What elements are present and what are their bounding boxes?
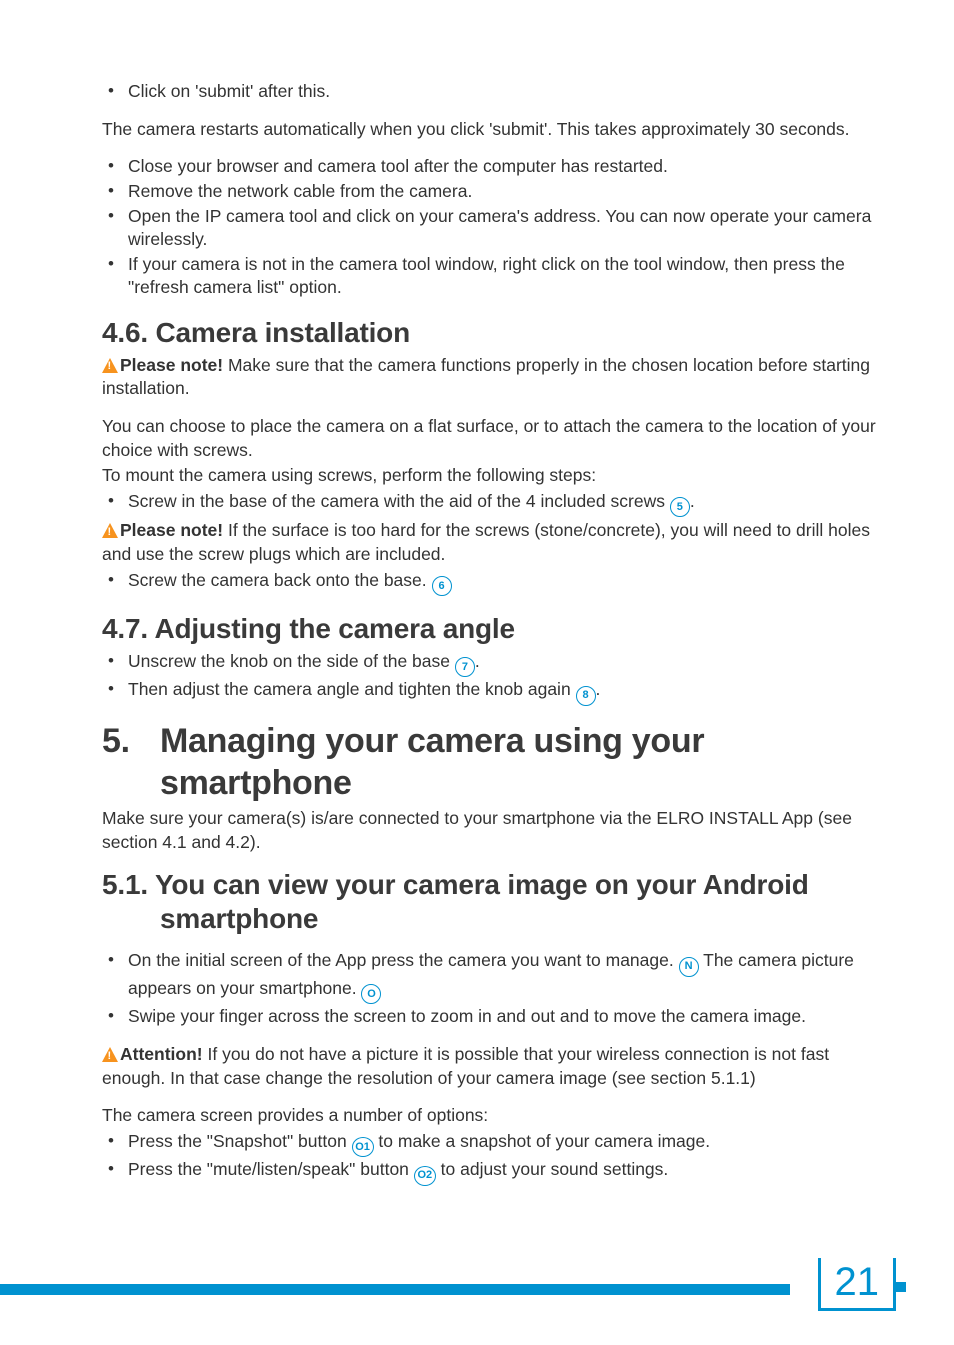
list-item: Screw in the base of the camera with the… <box>102 490 880 518</box>
text: . <box>596 679 601 699</box>
heading-line1: 5.1. You can view your camera image on y… <box>102 869 809 900</box>
ref-circle-6: 6 <box>432 576 452 596</box>
text: Close your browser and camera tool after… <box>128 156 668 176</box>
list-item: Open the IP camera tool and click on you… <box>102 205 880 252</box>
list-restart: Close your browser and camera tool after… <box>102 155 880 300</box>
list-item: Swipe your finger across the screen to z… <box>102 1005 880 1029</box>
paragraph: You can choose to place the camera on a … <box>102 415 880 462</box>
paragraph: The camera screen provides a number of o… <box>102 1104 880 1128</box>
ref-circle-O: O <box>361 984 381 1004</box>
page-footer: 21 <box>0 1255 954 1311</box>
text: Screw in the base of the camera with the… <box>128 491 670 511</box>
text: Open the IP camera tool and click on you… <box>128 206 871 250</box>
footer-bar <box>0 1284 790 1295</box>
page-number: 21 <box>818 1258 897 1311</box>
list-item: Then adjust the camera angle and tighten… <box>102 678 880 706</box>
list-item: Remove the network cable from the camera… <box>102 180 880 204</box>
paragraph: To mount the camera using screws, perfor… <box>102 464 880 488</box>
text: If your camera is not in the camera tool… <box>128 254 845 298</box>
text: Swipe your finger across the screen to z… <box>128 1006 806 1026</box>
note-label: Please note! <box>120 520 223 540</box>
attention-label: Attention! <box>120 1044 203 1064</box>
ref-circle-8: 8 <box>576 686 596 706</box>
list-options: Press the "Snapshot" button O1 to make a… <box>102 1130 880 1186</box>
note-label: Please note! <box>120 355 223 375</box>
paragraph: The camera restarts automatically when y… <box>102 118 880 142</box>
list-item: On the initial screen of the App press t… <box>102 949 880 1004</box>
list-item: Press the "mute/listen/speak" button O2 … <box>102 1158 880 1186</box>
list-mount-2: Screw the camera back onto the base. 6 <box>102 569 880 597</box>
text: On the initial screen of the App press t… <box>128 950 679 970</box>
list-item: If your camera is not in the camera tool… <box>102 253 880 300</box>
chapter-title-line2: smartphone <box>102 762 880 805</box>
text: . <box>690 491 695 511</box>
list-item: Screw the camera back onto the base. 6 <box>102 569 880 597</box>
list-mount: Screw in the base of the camera with the… <box>102 490 880 518</box>
list-view: On the initial screen of the App press t… <box>102 949 880 1029</box>
warning-icon <box>102 358 118 373</box>
footer-tick <box>896 1282 906 1292</box>
list-angle: Unscrew the knob on the side of the base… <box>102 650 880 706</box>
text: Press the "mute/listen/speak" button <box>128 1159 414 1179</box>
ref-circle-N: N <box>679 957 699 977</box>
text: Screw the camera back onto the base. <box>128 570 432 590</box>
note-block: Please note! If the surface is too hard … <box>102 519 880 566</box>
heading-4-7: 4.7. Adjusting the camera angle <box>102 610 880 648</box>
list-item: Unscrew the knob on the side of the base… <box>102 650 880 678</box>
text: Press the "Snapshot" button <box>128 1131 352 1151</box>
list-top: Click on 'submit' after this. <box>102 80 880 104</box>
text: Click on 'submit' after this. <box>128 81 330 101</box>
ref-circle-O1: O1 <box>352 1137 374 1157</box>
text: Then adjust the camera angle and tighten… <box>128 679 576 699</box>
attention-block: Attention! If you do not have a picture … <box>102 1043 880 1090</box>
heading-5-1: 5.1. You can view your camera image on y… <box>102 868 880 935</box>
paragraph: Make sure your camera(s) is/are connecte… <box>102 807 880 854</box>
ref-circle-5: 5 <box>670 497 690 517</box>
attention-text: If you do not have a picture it is possi… <box>102 1044 829 1088</box>
note-block: Please note! Make sure that the camera f… <box>102 354 880 401</box>
list-item: Press the "Snapshot" button O1 to make a… <box>102 1130 880 1158</box>
list-item: Close your browser and camera tool after… <box>102 155 880 179</box>
ref-circle-7: 7 <box>455 657 475 677</box>
chapter-title-line1: Managing your camera using your <box>160 722 704 760</box>
text: Remove the network cable from the camera… <box>128 181 472 201</box>
list-item: Click on 'submit' after this. <box>102 80 880 104</box>
warning-icon <box>102 1047 118 1062</box>
heading-line2: smartphone <box>102 903 318 934</box>
text: to adjust your sound settings. <box>436 1159 669 1179</box>
chapter-number: 5. <box>102 720 160 763</box>
text: to make a snapshot of your camera image. <box>374 1131 711 1151</box>
warning-icon <box>102 523 118 538</box>
heading-4-6: 4.6. Camera installation <box>102 314 880 352</box>
text: . <box>475 651 480 671</box>
text: Unscrew the knob on the side of the base <box>128 651 455 671</box>
heading-chapter-5: 5.Managing your camera using your smartp… <box>102 720 880 805</box>
ref-circle-O2: O2 <box>414 1166 436 1186</box>
